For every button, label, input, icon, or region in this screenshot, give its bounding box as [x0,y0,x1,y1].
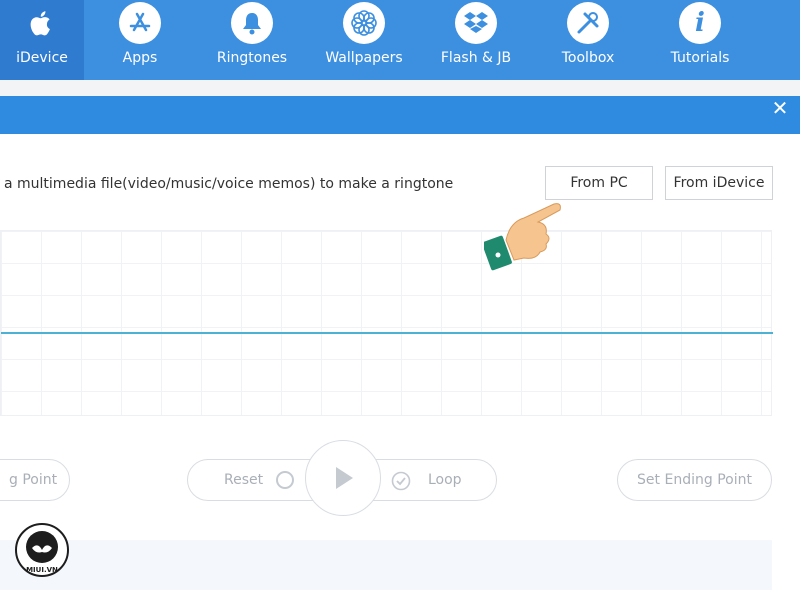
set-ending-point-button[interactable]: Set Ending Point [617,459,772,501]
watermark-logo: MIUI.VN [14,522,70,578]
starting-point-label: g Point [9,472,58,488]
info-icon: i [679,2,721,44]
nav-label: Flash & JB [440,50,512,66]
nav-wallpapers[interactable]: Wallpapers [308,0,420,80]
tools-icon [567,2,609,44]
waveform-area[interactable] [0,230,773,416]
loop-label[interactable]: Loop [428,472,462,488]
close-icon[interactable]: ✕ [768,97,792,121]
app-store-icon [119,2,161,44]
ending-point-label: Set Ending Point [637,472,752,488]
nav-label: Ringtones [216,50,288,66]
set-starting-point-button[interactable]: g Point [0,459,70,501]
nav-idevice[interactable]: iDevice [0,0,84,80]
dropbox-icon [455,2,497,44]
reset-label[interactable]: Reset [224,472,263,488]
play-button[interactable] [305,440,381,516]
reset-icon[interactable] [276,471,294,489]
check-icon[interactable] [391,471,411,491]
watermark-text: MIUI.VN [26,566,58,574]
top-navigation: iDevice Apps Ringtones Wallpapers Flash … [0,0,800,80]
nav-label: Wallpapers [325,50,403,66]
dialog-title-bar [0,96,800,134]
footer-bar [0,540,772,590]
nav-apps[interactable]: Apps [84,0,196,80]
instruction-text: a multimedia file(video/music/voice memo… [4,176,454,192]
separator [0,80,800,96]
bell-icon [231,2,273,44]
nav-label: iDevice [16,50,68,66]
pointing-hand-icon [484,203,561,271]
nav-tutorials[interactable]: i Tutorials [644,0,756,80]
from-pc-button[interactable]: From PC [545,166,653,200]
nav-ringtones[interactable]: Ringtones [196,0,308,80]
apple-icon [21,2,63,44]
nav-label: Apps [122,50,158,66]
nav-flash-jb[interactable]: Flash & JB [420,0,532,80]
play-icon [336,467,353,489]
flower-icon [343,2,385,44]
from-idevice-button[interactable]: From iDevice [665,166,773,200]
waveform-line [1,332,773,334]
nav-label: Toolbox [561,50,615,66]
nav-label: Tutorials [670,50,730,66]
nav-toolbox[interactable]: Toolbox [532,0,644,80]
